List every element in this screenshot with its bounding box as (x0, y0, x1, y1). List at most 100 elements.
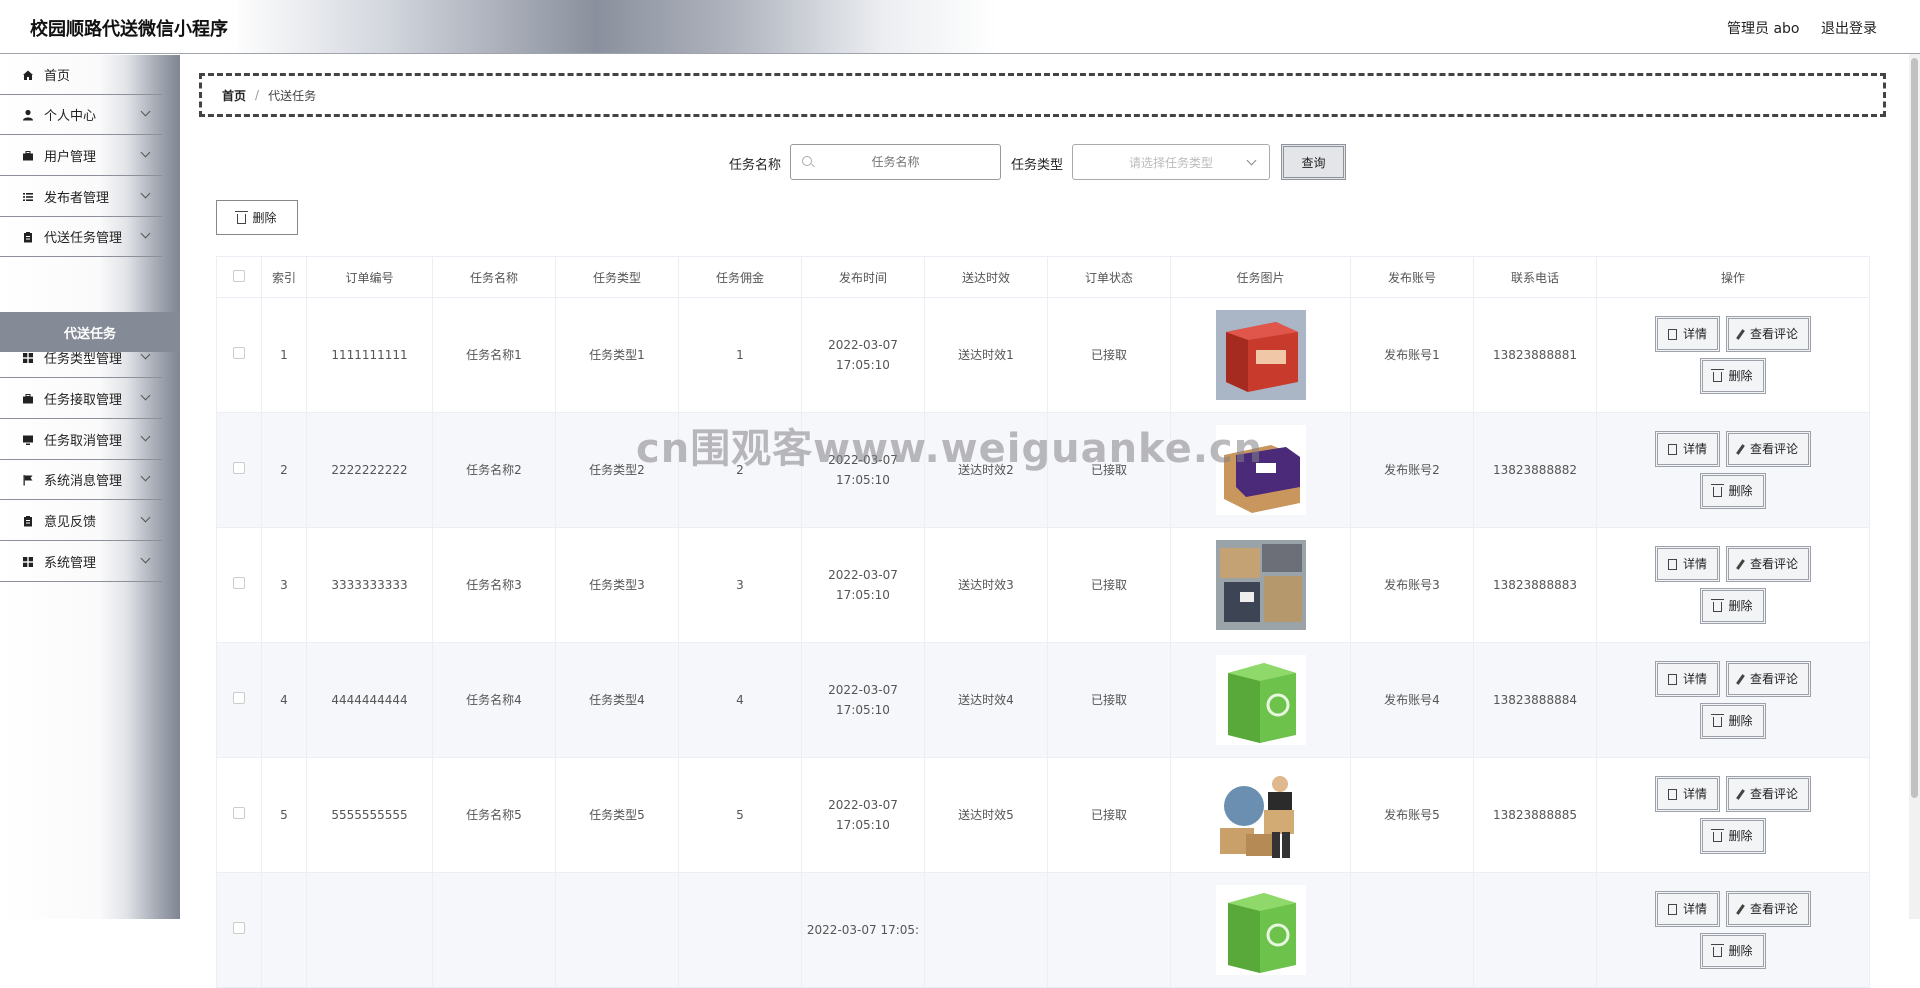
document-icon (1667, 443, 1677, 455)
detail-button[interactable]: 详情 (1654, 776, 1720, 812)
table-header-row: 索引 订单编号 任务名称 任务类型 任务佣金 发布时间 送达时效 订单状态 任务图片 发布账号 联系… (216, 256, 1870, 298)
task-image[interactable] (1215, 770, 1306, 860)
task-image[interactable] (1215, 310, 1306, 400)
task-name-input[interactable] (791, 145, 1000, 179)
column-header: 任务佣金 (678, 256, 802, 298)
cell-timeliness: 送达时效4 (924, 642, 1048, 758)
task-type-select[interactable]: 请选择任务类型 (1072, 144, 1270, 180)
cell-type (555, 872, 679, 988)
cell-actions: 详情 查看评论删除 (1596, 872, 1870, 988)
sidebar-item-4[interactable]: 发布者管理 (0, 177, 162, 217)
select-all-checkbox[interactable] (233, 269, 245, 282)
list-icon (22, 191, 34, 203)
cell-type: 任务类型2 (555, 412, 679, 528)
row-delete-button[interactable]: 删除 (1700, 703, 1766, 739)
sidebar-item-11[interactable]: 系统管理 (0, 542, 162, 582)
task-image[interactable] (1215, 540, 1306, 630)
scrollbar-thumb[interactable] (1911, 58, 1918, 798)
sidebar-item-label: 用户管理 (44, 150, 97, 165)
pen-icon (1736, 788, 1745, 800)
pen-icon (1736, 558, 1745, 570)
view-comments-button[interactable]: 查看评论 (1726, 431, 1812, 467)
table-row[interactable]: 4 4444444444 任务名称4 任务类型4 4 2022-03-07 17:05:1… (216, 642, 1870, 758)
table-row[interactable]: 2022-03-07 17:05: 详情 查看评论 删除 (216, 872, 1870, 988)
cell-timeliness: 送达时效1 (924, 297, 1048, 413)
breadcrumb-home[interactable]: 首页 (222, 87, 246, 104)
cell-order_no: 4444444444 (306, 642, 433, 758)
document-icon (1667, 903, 1677, 915)
row-delete-button[interactable]: 删除 (1700, 473, 1766, 509)
column-header: 索引 (261, 256, 307, 298)
cell-type: 任务类型1 (555, 297, 679, 413)
row-checkbox[interactable] (233, 347, 245, 359)
sidebar-item-1[interactable]: 首页 (0, 55, 162, 95)
view-comments-button[interactable]: 查看评论 (1726, 316, 1812, 352)
trash-icon (1711, 599, 1725, 612)
view-comments-button[interactable]: 查看评论 (1726, 776, 1812, 812)
chevron-down-icon (1246, 155, 1257, 166)
cell-index: 2 (261, 412, 307, 528)
detail-button[interactable]: 详情 (1654, 316, 1720, 352)
view-comments-button[interactable]: 查看评论 (1726, 546, 1812, 582)
cell-fee: 3 (678, 527, 802, 643)
view-comments-button[interactable]: 查看评论 (1726, 661, 1812, 697)
sidebar-item-label: 代送任务管理 (44, 231, 123, 246)
row-checkbox[interactable] (233, 577, 245, 589)
cell-actions: 详情 查看评论删除 (1596, 527, 1870, 643)
task-table: 索引 订单编号 任务名称 任务类型 任务佣金 发布时间 送达时效 订单状态 任务图片 发布账号 联系… (216, 256, 1870, 988)
cell-time: 2022-03-07 17:05:10 (801, 527, 925, 643)
row-checkbox[interactable] (233, 462, 245, 474)
detail-label: 详情 (1682, 557, 1707, 571)
table-row[interactable]: 5 5555555555 任务名称5 任务类型5 5 2022-03-07 17:05:1… (216, 757, 1870, 873)
sidebar-item-5[interactable]: 代送任务管理 (0, 217, 162, 257)
row-delete-label: 删除 (1728, 599, 1753, 613)
table-row[interactable]: 1 1111111111 任务名称1 任务类型1 1 2022-03-07 17:05:1… (216, 297, 1870, 413)
grid-icon (22, 556, 34, 568)
sidebar-item-6[interactable]: 任务类型管理 (0, 338, 162, 378)
task-image[interactable] (1215, 425, 1306, 515)
cell-type: 任务类型5 (555, 757, 679, 873)
task-image[interactable] (1215, 655, 1306, 745)
query-button[interactable]: 查询 (1281, 144, 1346, 180)
detail-button[interactable]: 详情 (1654, 891, 1720, 927)
row-delete-button[interactable]: 删除 (1700, 588, 1766, 624)
table-row[interactable]: 3 3333333333 任务名称3 任务类型3 3 2022-03-07 17:05:1… (216, 527, 1870, 643)
row-checkbox[interactable] (233, 922, 245, 934)
row-checkbox[interactable] (233, 807, 245, 819)
view-comments-button[interactable]: 查看评论 (1726, 891, 1812, 927)
row-delete-button[interactable]: 删除 (1700, 358, 1766, 394)
sidebar-item-8[interactable]: 任务取消管理 (0, 420, 162, 460)
table-row[interactable]: 2 2222222222 任务名称2 任务类型2 2 2022-03-07 17:05:1… (216, 412, 1870, 528)
logout-link[interactable]: 退出登录 (1821, 18, 1877, 38)
column-header: 联系电话 (1473, 256, 1597, 298)
bulk-delete-button[interactable]: 删除 (216, 200, 298, 235)
detail-label: 详情 (1682, 902, 1707, 916)
detail-button[interactable]: 详情 (1654, 661, 1720, 697)
cell-name: 任务名称5 (432, 757, 556, 873)
task-name-label: 任务名称 (729, 158, 782, 173)
row-delete-label: 删除 (1728, 484, 1753, 498)
cell-order_no (306, 872, 433, 988)
sidebar-item-7[interactable]: 任务接取管理 (0, 379, 162, 419)
pen-icon (1736, 903, 1745, 915)
sidebar-item-3[interactable]: 用户管理 (0, 136, 162, 176)
row-checkbox[interactable] (233, 692, 245, 704)
sidebar-item-2[interactable]: 个人中心 (0, 95, 162, 135)
cell-fee: 2 (678, 412, 802, 528)
cell-status: 已接取 (1047, 297, 1171, 413)
column-header: 任务图片 (1170, 256, 1351, 298)
task-image[interactable] (1215, 885, 1306, 975)
task-type-label: 任务类型 (1011, 158, 1064, 173)
page-scrollbar[interactable] (1909, 54, 1920, 919)
detail-button[interactable]: 详情 (1654, 546, 1720, 582)
sidebar-item-10[interactable]: 意见反馈 (0, 501, 162, 541)
detail-button[interactable]: 详情 (1654, 431, 1720, 467)
cell-index: 3 (261, 527, 307, 643)
sidebar-item-label: 发布者管理 (44, 191, 110, 206)
task-type-placeholder: 请选择任务类型 (1128, 155, 1213, 170)
cell-fee: 4 (678, 642, 802, 758)
row-delete-button[interactable]: 删除 (1700, 933, 1766, 969)
cell-account: 发布账号4 (1350, 642, 1474, 758)
sidebar-item-9[interactable]: 系统消息管理 (0, 460, 162, 500)
row-delete-button[interactable]: 删除 (1700, 818, 1766, 854)
